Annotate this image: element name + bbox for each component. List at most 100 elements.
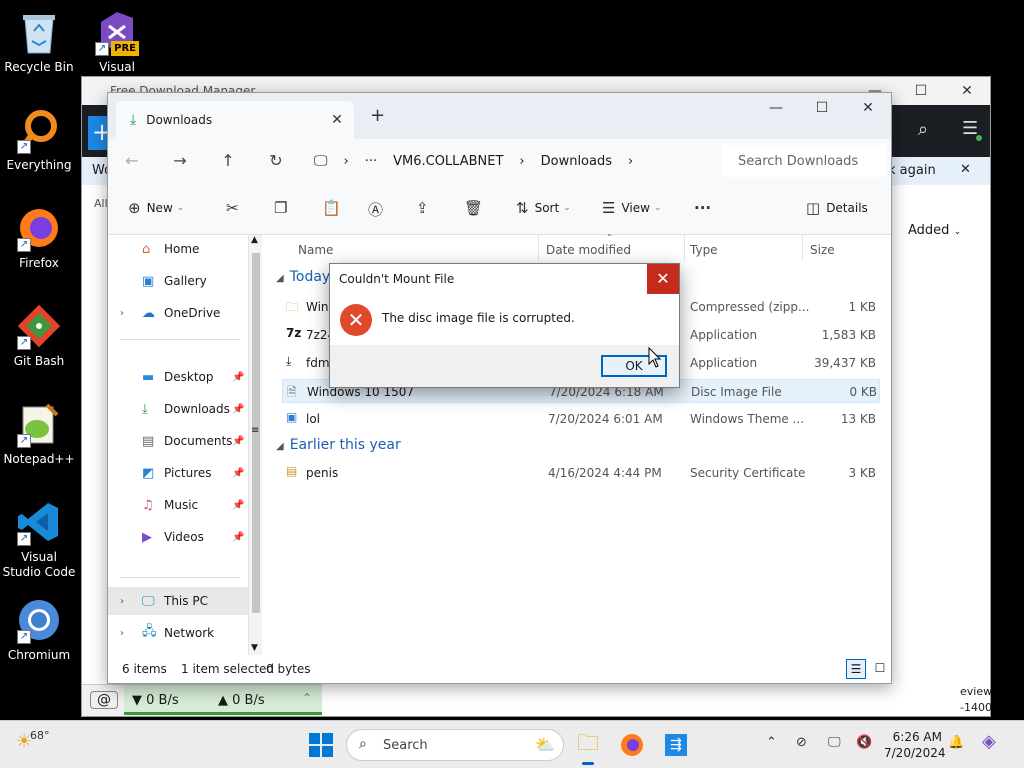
group-header-today[interactable]: ◢ Today	[276, 269, 330, 285]
copilot-icon[interactable]: ◈	[982, 731, 996, 752]
display-icon[interactable]: 🖵	[828, 735, 841, 750]
group-header-earlier-this-year[interactable]: ◢ Earlier this year	[276, 437, 401, 453]
details-view-icon[interactable]: ☰	[846, 659, 866, 679]
pin-icon[interactable]: 📌	[232, 404, 244, 415]
chevron-right-icon[interactable]: ›	[120, 596, 124, 607]
taskbar-clock[interactable]: 6:26 AM 7/20/2024	[884, 729, 946, 761]
sidebar-item-onedrive[interactable]: › ☁ OneDrive	[108, 299, 254, 327]
column-header-date[interactable]: Date modified	[546, 243, 631, 257]
fdm-banner-close-icon[interactable]: ✕	[960, 162, 971, 177]
taskbar-search-input[interactable]: ⌕ Search ⛅	[346, 729, 564, 761]
copy-button[interactable]: ❐	[274, 199, 293, 217]
breadcrumb-item[interactable]: VM6.COLLABNET	[393, 154, 503, 169]
fdm-maximize-button[interactable]: ☐	[898, 77, 944, 105]
network-off-icon[interactable]: ⊘	[796, 735, 807, 750]
sidebar-item-this-pc[interactable]: › 🖵 This PC	[108, 587, 254, 615]
desktop-icon-chromium[interactable]: ↗ Chromium	[1, 596, 77, 663]
notification-bell-icon[interactable]: 🔔	[948, 735, 964, 750]
fdm-sort-added[interactable]: Added ⌄	[908, 223, 961, 238]
error-dialog[interactable]: Couldn't Mount File ✕ ✕ The disc image f…	[329, 263, 680, 388]
fdm-banner-action[interactable]: k again	[888, 163, 936, 178]
taskbar-firefox[interactable]	[616, 729, 648, 761]
chevron-right-icon[interactable]: ›	[120, 628, 124, 639]
rename-button[interactable]: Ⓐ	[368, 199, 389, 220]
sidebar-divider	[120, 339, 240, 340]
sidebar-item-desktop[interactable]: ▬ Desktop 📌	[108, 363, 254, 391]
dialog-close-button[interactable]: ✕	[647, 264, 679, 294]
windows-logo-icon	[322, 746, 333, 757]
column-header-size[interactable]: Size	[810, 243, 835, 257]
scroll-up-arrow-icon[interactable]: ▲	[251, 235, 258, 245]
volume-muted-icon[interactable]: 🔇	[856, 735, 872, 750]
cut-button[interactable]: ✂	[226, 199, 245, 217]
weather-widget[interactable]: ☀ 68°	[16, 729, 50, 752]
more-locations-icon[interactable]: ···	[365, 154, 377, 169]
delete-button[interactable]: 🗑	[464, 199, 489, 217]
sidebar-item-home[interactable]: ⌂ Home	[108, 235, 254, 263]
sidebar-item-downloads[interactable]: ⤓ Downloads 📌	[108, 395, 254, 423]
sidebar-item-pictures[interactable]: ◩ Pictures 📌	[108, 459, 254, 487]
tiles-view-icon[interactable]: ☐	[870, 659, 890, 679]
pin-icon[interactable]: 📌	[232, 500, 244, 511]
fdm-close-button[interactable]: ✕	[944, 77, 990, 105]
column-divider[interactable]	[538, 235, 539, 261]
folder-icon: 🗀	[576, 731, 599, 756]
fdm-filter-all[interactable]: All	[94, 197, 108, 210]
desktop-icon-everything[interactable]: ↗ Everything	[1, 106, 77, 173]
search-input[interactable]: Search Downloads	[722, 145, 886, 177]
tab-close-button[interactable]: ✕	[328, 111, 346, 129]
sidebar-item-music[interactable]: ♫ Music 📌	[108, 491, 254, 519]
start-button[interactable]	[309, 733, 333, 757]
more-options-button[interactable]: ···	[694, 199, 717, 217]
breadcrumb-item[interactable]: Downloads	[541, 154, 612, 169]
column-header-type[interactable]: Type	[690, 243, 718, 257]
column-divider[interactable]	[684, 235, 685, 261]
desktop-icon-recycle-bin[interactable]: Recycle Bin	[1, 8, 77, 75]
fdm-search-icon[interactable]: ⌕	[918, 119, 928, 140]
chevron-down-icon: ⌄	[176, 203, 185, 213]
desktop-icon-vscode[interactable]: ↗ Visual Studio Code	[1, 498, 77, 580]
new-tab-button[interactable]: +	[370, 105, 385, 126]
new-button[interactable]: ⊕ New ⌄	[128, 199, 184, 217]
desktop-icon-git-bash[interactable]: ↗ Git Bash	[1, 302, 77, 369]
sidebar-item-network[interactable]: › 🖧 Network	[108, 619, 254, 647]
column-header-name[interactable]: Name	[298, 243, 333, 257]
explorer-maximize-button[interactable]: ☐	[799, 93, 845, 123]
explorer-minimize-button[interactable]: —	[753, 93, 799, 123]
pin-icon[interactable]: 📌	[232, 532, 244, 543]
chevron-up-icon[interactable]: ⌃	[302, 691, 312, 705]
tab-downloads[interactable]: ⤓ Downloads ✕	[116, 101, 354, 139]
address-bar[interactable]: 🖵 › ··· VM6.COLLABNET › Downloads ›	[314, 145, 706, 177]
snail-icon[interactable]: @	[90, 691, 118, 709]
sort-button[interactable]: ⇅ Sort ⌄	[516, 199, 571, 217]
desktop-icon-notepad-plus-plus[interactable]: ↗ Notepad++	[1, 400, 77, 467]
sidebar-item-documents[interactable]: ▤ Documents 📌	[108, 427, 254, 455]
column-divider[interactable]	[802, 235, 803, 261]
taskbar-file-explorer[interactable]: 🗀	[572, 729, 604, 765]
taskbar-fdm[interactable]: ⇶	[660, 729, 692, 761]
desktop-icon-firefox[interactable]: ↗ Firefox	[1, 204, 77, 271]
file-row[interactable]: ▣ lol 7/20/2024 6:01 AM Windows Theme ..…	[282, 407, 880, 431]
up-button[interactable]: ↑	[204, 151, 252, 170]
pin-icon[interactable]: 📌	[232, 436, 244, 447]
file-row[interactable]: ▤ penis 4/16/2024 4:44 PM Security Certi…	[282, 461, 880, 485]
paste-button[interactable]: 📋	[322, 199, 347, 217]
pin-icon[interactable]: 📌	[232, 468, 244, 479]
pin-icon[interactable]: 📌	[232, 372, 244, 383]
back-button[interactable]: ←	[108, 151, 156, 170]
dialog-titlebar[interactable]: Couldn't Mount File ✕	[330, 264, 679, 294]
view-button[interactable]: ☰ View ⌄	[602, 199, 661, 217]
show-hidden-icons-chevron-icon[interactable]: ⌃	[766, 735, 777, 750]
sidebar-item-gallery[interactable]: ▣ Gallery	[108, 267, 254, 295]
explorer-close-button[interactable]: ✕	[845, 93, 891, 123]
plus-circle-icon: ⊕	[128, 199, 141, 217]
sidebar-item-videos[interactable]: ▶ Videos 📌	[108, 523, 254, 551]
chevron-right-icon[interactable]: ›	[120, 308, 124, 319]
scroll-down-arrow-icon[interactable]: ▼	[251, 643, 258, 653]
sidebar-scrollbar[interactable]: ▲ ≡ ▼	[248, 235, 262, 655]
share-button[interactable]: ⇪	[416, 199, 435, 217]
explorer-window[interactable]: ⤓ Downloads ✕ + — ☐ ✕ ← → ↑ ↻ 🖵 › ··· VM…	[107, 92, 892, 684]
forward-button[interactable]: →	[156, 151, 204, 170]
refresh-button[interactable]: ↻	[252, 151, 300, 170]
details-button[interactable]: ◫ Details	[806, 199, 868, 217]
